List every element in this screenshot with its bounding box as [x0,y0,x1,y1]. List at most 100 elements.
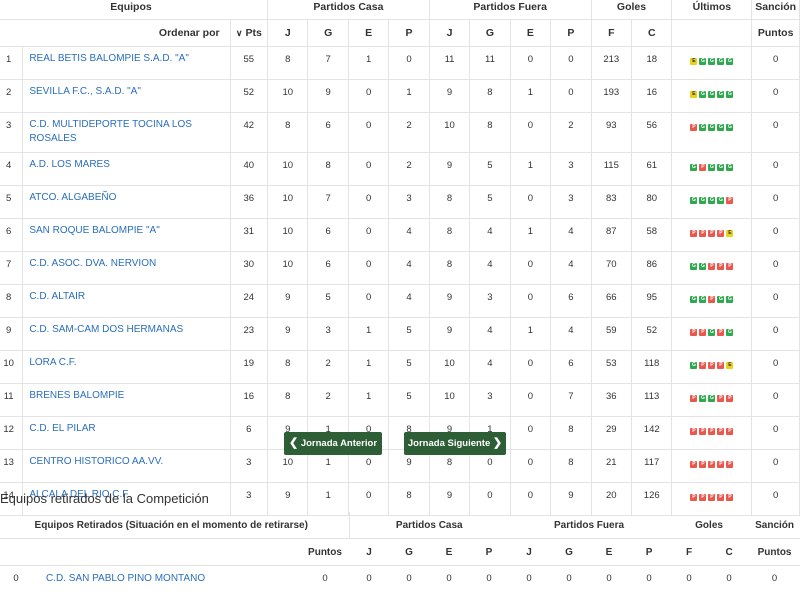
table-row: 7C.D. ASOC. DVA. NERVION301060484047086G… [0,252,800,285]
stat-pts: 6 [230,417,267,450]
sort-by-points[interactable]: ∨Pts [230,20,267,47]
stat-pts: 0 [301,566,349,598]
team-link[interactable]: CENTRO HISTORICO AA.VV. [23,450,230,483]
result-badge: P [699,494,706,501]
result-badge: P [708,362,715,369]
next-matchday-button[interactable]: Jornada Siguiente ❯ [404,432,506,455]
stat-ap: 4 [551,318,591,351]
stat-pts: 55 [230,47,267,80]
team-link[interactable]: C.D. MULTIDEPORTE TOCINA LOS ROSALES [23,113,230,153]
position-cell: 7 [0,252,23,285]
stat-aj: 11 [429,47,469,80]
team-link[interactable]: C.D. ALTAIR [23,285,230,318]
team-link[interactable]: BRENES BALOMPIE [23,384,230,417]
stat-ap: 0 [629,566,669,598]
stat-hp: 4 [389,252,429,285]
stat-pts: 40 [230,153,267,186]
result-badge: E [690,58,697,65]
col-away-g: G [470,20,510,47]
stat-f: 115 [591,153,631,186]
team-link[interactable]: C.D. SAN PABLO PINO MONTANO [38,566,301,598]
result-badge: G [708,197,715,204]
result-badge: G [699,58,706,65]
team-link[interactable]: C.D. ASOC. DVA. NERVION [23,252,230,285]
retired-col-away-e: E [589,539,629,566]
table-row: 3C.D. MULTIDEPORTE TOCINA LOS ROSALES428… [0,113,800,153]
result-badge: G [690,164,697,171]
form-badges: GPGGG [690,164,733,171]
stat-ap: 7 [551,384,591,417]
retired-header-home: Partidos Casa [349,512,509,539]
last-results: EGGGG [672,80,752,113]
previous-matchday-button[interactable]: ❮ Jornada Anterior [284,432,382,455]
team-link[interactable]: C.D. SAM-CAM DOS HERMANAS [23,318,230,351]
result-badge: P [690,461,697,468]
stat-hp: 2 [389,153,429,186]
team-link[interactable]: REAL BETIS BALOMPIE S.A.D. "A" [23,47,230,80]
result-badge: P [708,296,715,303]
stat-ae: 1 [510,80,550,113]
stat-ae: 0 [510,252,550,285]
form-badges: GGPGG [690,296,733,303]
stat-he: 0 [348,113,388,153]
result-badge: P [690,329,697,336]
team-link[interactable]: LORA C.F. [23,351,230,384]
form-badges: PPPPE [690,230,733,237]
stat-ae: 0 [510,384,550,417]
table-row: 1REAL BETIS BALOMPIE S.A.D. "A"558710111… [0,47,800,80]
result-badge: G [708,164,715,171]
stat-aj: 9 [429,153,469,186]
stat-pts: 52 [230,80,267,113]
result-badge: P [708,428,715,435]
stat-ae: 0 [510,417,550,450]
stat-c: 52 [632,318,672,351]
result-badge: G [699,197,706,204]
result-badge: P [699,461,706,468]
result-badge: P [690,230,697,237]
retired-header-away: Partidos Fuera [509,512,669,539]
position-cell: 2 [0,80,23,113]
team-link[interactable]: C.D. EL PILAR [23,417,230,450]
stat-f: 21 [591,450,631,483]
result-badge: G [717,164,724,171]
position-cell: 12 [0,417,23,450]
team-link[interactable]: SEVILLA F.C., S.A.D. "A" [23,80,230,113]
result-badge: G [708,58,715,65]
result-badge: G [708,395,715,402]
stat-ap: 8 [551,417,591,450]
team-link[interactable]: A.D. LOS MARES [23,153,230,186]
stat-hp: 4 [389,219,429,252]
stat-pts: 16 [230,384,267,417]
next-matchday-label: Jornada Siguiente [408,438,490,449]
stat-pts: 31 [230,219,267,252]
result-badge: P [708,263,715,270]
result-badge: G [717,91,724,98]
stat-hp: 3 [389,186,429,219]
team-link[interactable]: ATCO. ALGABEÑO [23,186,230,219]
stat-f: 213 [591,47,631,80]
stat-f: 87 [591,219,631,252]
stat-ap: 0 [551,80,591,113]
result-badge: G [690,362,697,369]
position-cell: 4 [0,153,23,186]
result-badge: P [690,494,697,501]
stat-hg: 7 [308,186,348,219]
form-badges: PPPPP [690,461,733,468]
stat-c: 80 [632,186,672,219]
result-badge: P [690,124,697,131]
position-cell: 0 [0,566,38,598]
sanction-points: 0 [752,417,800,450]
stat-hj: 0 [349,566,389,598]
stat-c: 0 [709,566,749,598]
result-badge: E [726,362,733,369]
table-row: 0C.D. SAN PABLO PINO MONTANO000000000000 [0,566,800,598]
stat-ae: 0 [510,450,550,483]
stat-pts: 30 [230,252,267,285]
stat-he: 0 [348,252,388,285]
stat-aj: 8 [429,186,469,219]
chevron-left-icon: ❮ [289,437,298,449]
stat-pts: 24 [230,285,267,318]
stat-ap: 8 [551,450,591,483]
form-badges: GGPPP [690,263,733,270]
team-link[interactable]: SAN ROQUE BALOMPIE "A" [23,219,230,252]
